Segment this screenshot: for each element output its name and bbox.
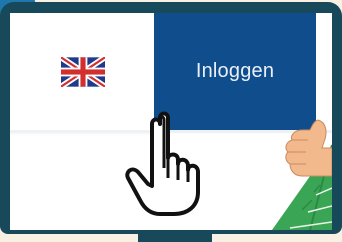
union-jack-flag-icon[interactable] <box>60 56 105 87</box>
thumbs-up-icon <box>285 119 332 177</box>
tutorial-scene: Inloggen <box>0 0 342 242</box>
hand-pointer-icon <box>125 111 200 216</box>
monitor-stand <box>138 230 212 242</box>
login-button-label: Inloggen <box>195 60 275 82</box>
